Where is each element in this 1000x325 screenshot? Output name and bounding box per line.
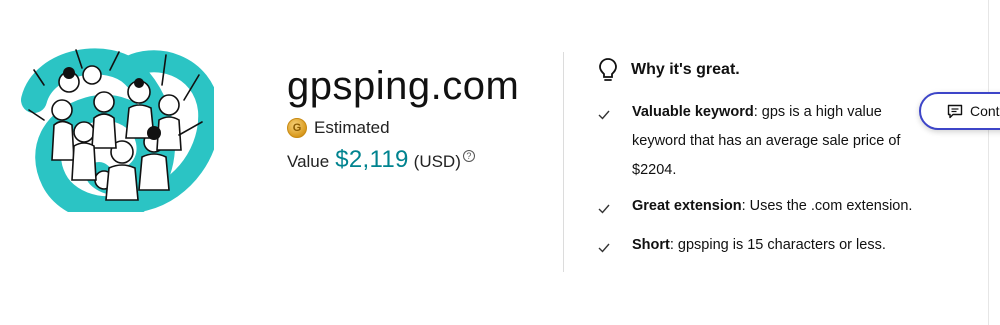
domain-name: gpsping.com	[287, 64, 520, 108]
reason-title: Great extension	[632, 198, 742, 214]
coin-letter: G	[292, 122, 302, 134]
estimate-row: G Estimated	[287, 118, 519, 138]
lightbulb-icon	[599, 58, 617, 81]
value-currency: (USD)	[413, 152, 461, 171]
reason-description: : Uses the .com extension.	[741, 198, 913, 214]
reason-item: Valuable keyword: gps is a high value ke…	[597, 104, 937, 185]
reason-title: Short	[632, 237, 670, 253]
reason-text: Great extension: Uses the .com extension…	[632, 192, 912, 221]
estimate-label: Estimated	[314, 118, 390, 137]
contact-label: Cont	[970, 103, 1000, 119]
section-divider	[563, 52, 564, 272]
why-great-panel: Why it's great. Valuable keyword: gps is…	[597, 56, 937, 253]
check-icon	[598, 204, 610, 214]
reason-title: Valuable keyword	[632, 104, 754, 120]
window-edge	[988, 0, 989, 325]
check-icon	[598, 243, 610, 253]
value-row: Value $2,119 (USD) ?	[287, 146, 519, 174]
reason-item: Short: gpsping is 15 characters or less.	[597, 237, 937, 260]
chat-icon	[947, 104, 963, 118]
check-icon	[598, 110, 610, 120]
domain-summary: gpsping.com G Estimated Value $2,119 (US…	[287, 62, 519, 174]
why-title: Why it's great.	[631, 61, 740, 78]
info-icon[interactable]: ?	[462, 150, 475, 162]
value-amount: $2,119	[335, 146, 409, 173]
value-label: Value	[287, 152, 330, 171]
reason-text: Short: gpsping is 15 characters or less.	[632, 231, 886, 260]
coin-icon: G	[287, 118, 307, 138]
contact-button[interactable]: Cont	[919, 92, 1000, 130]
reason-text: Valuable keyword: gps is a high value ke…	[632, 98, 937, 185]
crowd-illustration	[21, 48, 214, 212]
reason-description: : gpsping is 15 characters or less.	[669, 237, 886, 253]
reason-item: Great extension: Uses the .com extension…	[597, 198, 937, 221]
why-header: Why it's great.	[597, 56, 937, 84]
